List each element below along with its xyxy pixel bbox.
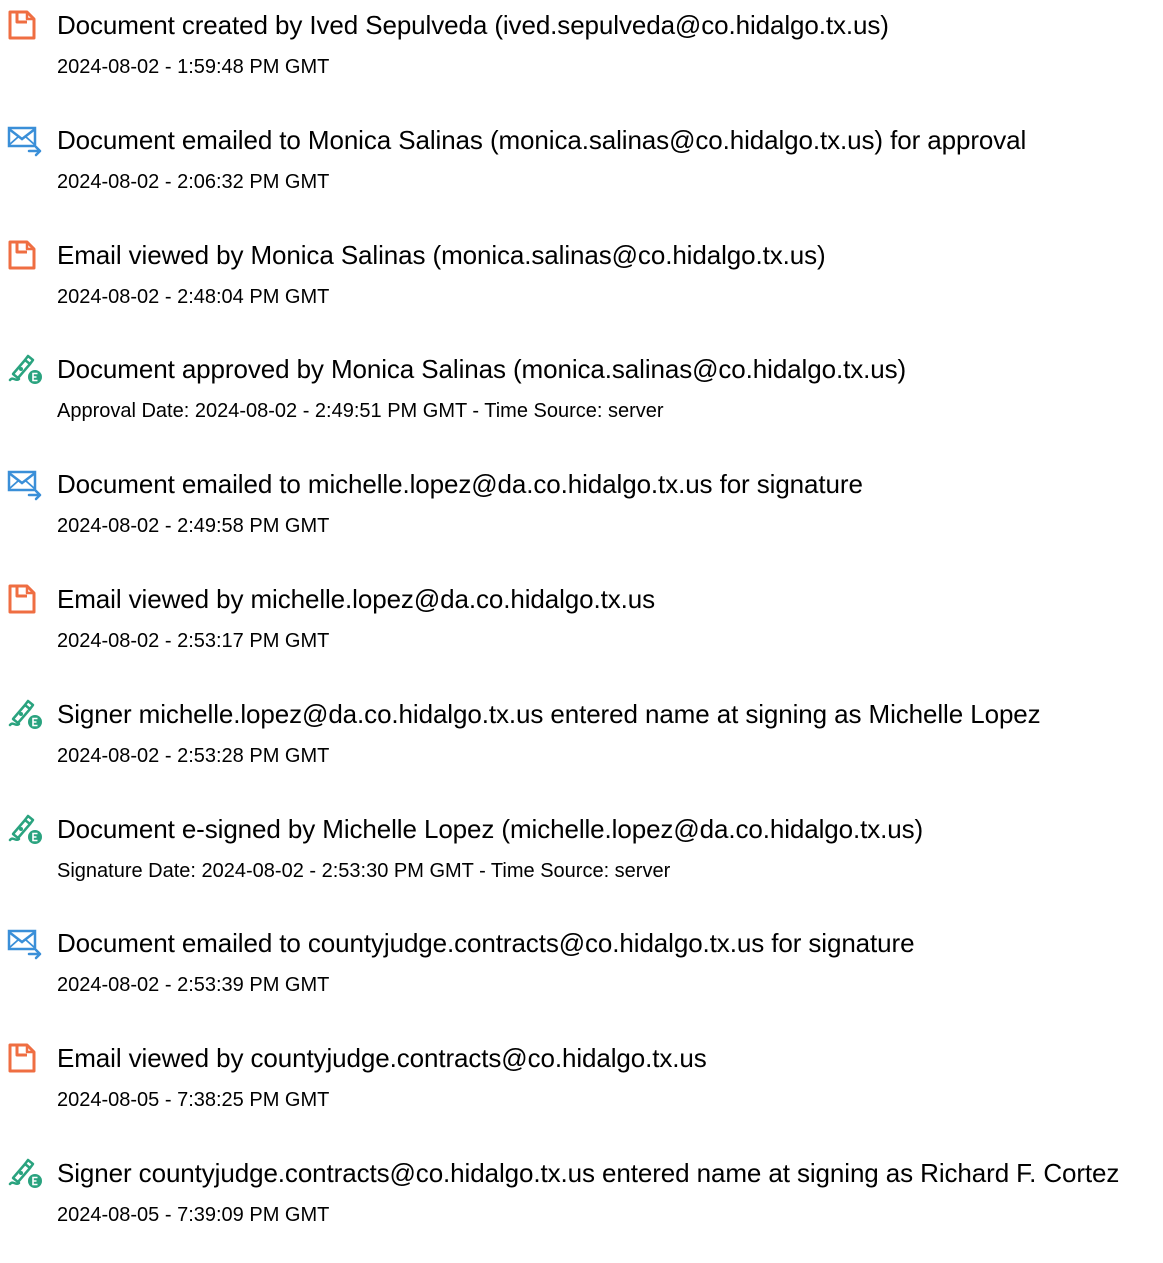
email-icon xyxy=(7,467,43,501)
event-timestamp: 2024-08-02 - 1:59:48 PM GMT xyxy=(57,56,330,78)
event-title: Document emailed to michelle.lopez@da.co… xyxy=(57,469,863,500)
audit-event: Signer countyjudge.contracts@co.hidalgo.… xyxy=(0,1148,1163,1263)
event-title: Email viewed by Monica Salinas (monica.s… xyxy=(57,239,826,270)
audit-event: Signer michelle.lopez@da.co.hidalgo.tx.u… xyxy=(0,689,1163,804)
event-title: Email viewed by countyjudge.contracts@co… xyxy=(57,1043,707,1074)
event-title: Signer countyjudge.contracts@co.hidalgo.… xyxy=(57,1157,1120,1188)
event-title: Email viewed by michelle.lopez@da.co.hid… xyxy=(57,583,656,614)
email-icon xyxy=(7,123,43,157)
document-icon xyxy=(7,582,43,616)
audit-event: Document emailed to Monica Salinas (moni… xyxy=(0,115,1163,230)
audit-event: Document emailed to countyjudge.contract… xyxy=(0,918,1163,1033)
signature-icon xyxy=(7,697,43,731)
audit-event: Document created by Ived Sepulveda (ived… xyxy=(0,0,1163,115)
signature-icon xyxy=(7,812,43,846)
audit-event: Document approved by Monica Salinas (mon… xyxy=(0,344,1163,459)
event-detail: Signature Date: 2024-08-02 - 2:53:30 PM … xyxy=(57,859,671,882)
event-timestamp: 2024-08-02 - 2:53:17 PM GMT xyxy=(57,629,330,652)
audit-event-list: Document created by Ived Sepulveda (ived… xyxy=(0,0,1163,1263)
audit-event: Email viewed by countyjudge.contracts@co… xyxy=(0,1033,1163,1148)
event-timestamp: 2024-08-02 - 2:53:39 PM GMT xyxy=(57,974,330,997)
audit-event: Document emailed to michelle.lopez@da.co… xyxy=(0,459,1163,574)
event-detail: Approval Date: 2024-08-02 - 2:49:51 PM G… xyxy=(57,400,664,423)
audit-event: Email viewed by Monica Salinas (monica.s… xyxy=(0,230,1163,345)
document-icon xyxy=(7,1041,43,1075)
audit-event: Document e-signed by Michelle Lopez (mic… xyxy=(0,804,1163,919)
signature-icon xyxy=(7,352,43,386)
audit-event: Email viewed by michelle.lopez@da.co.hid… xyxy=(0,574,1163,689)
event-timestamp: 2024-08-02 - 2:49:58 PM GMT xyxy=(57,515,330,538)
document-icon xyxy=(7,8,43,42)
event-timestamp: 2024-08-02 - 2:48:04 PM GMT xyxy=(57,285,330,308)
event-timestamp: 2024-08-02 - 2:53:28 PM GMT xyxy=(57,744,330,767)
event-timestamp: 2024-08-05 - 7:39:09 PM GMT xyxy=(57,1203,330,1226)
event-title: Signer michelle.lopez@da.co.hidalgo.tx.u… xyxy=(57,698,1041,729)
document-icon xyxy=(7,238,43,272)
event-title: Document emailed to Monica Salinas (moni… xyxy=(57,124,1027,155)
event-title: Document created by Ived Sepulveda (ived… xyxy=(57,10,889,40)
event-timestamp: 2024-08-02 - 2:06:32 PM GMT xyxy=(57,170,330,193)
signature-icon xyxy=(7,1156,43,1190)
event-timestamp: 2024-08-05 - 7:38:25 PM GMT xyxy=(57,1089,330,1112)
event-title: Document e-signed by Michelle Lopez (mic… xyxy=(57,813,924,844)
email-icon xyxy=(7,926,43,960)
event-title: Document emailed to countyjudge.contract… xyxy=(57,928,915,959)
event-title: Document approved by Monica Salinas (mon… xyxy=(57,354,907,385)
